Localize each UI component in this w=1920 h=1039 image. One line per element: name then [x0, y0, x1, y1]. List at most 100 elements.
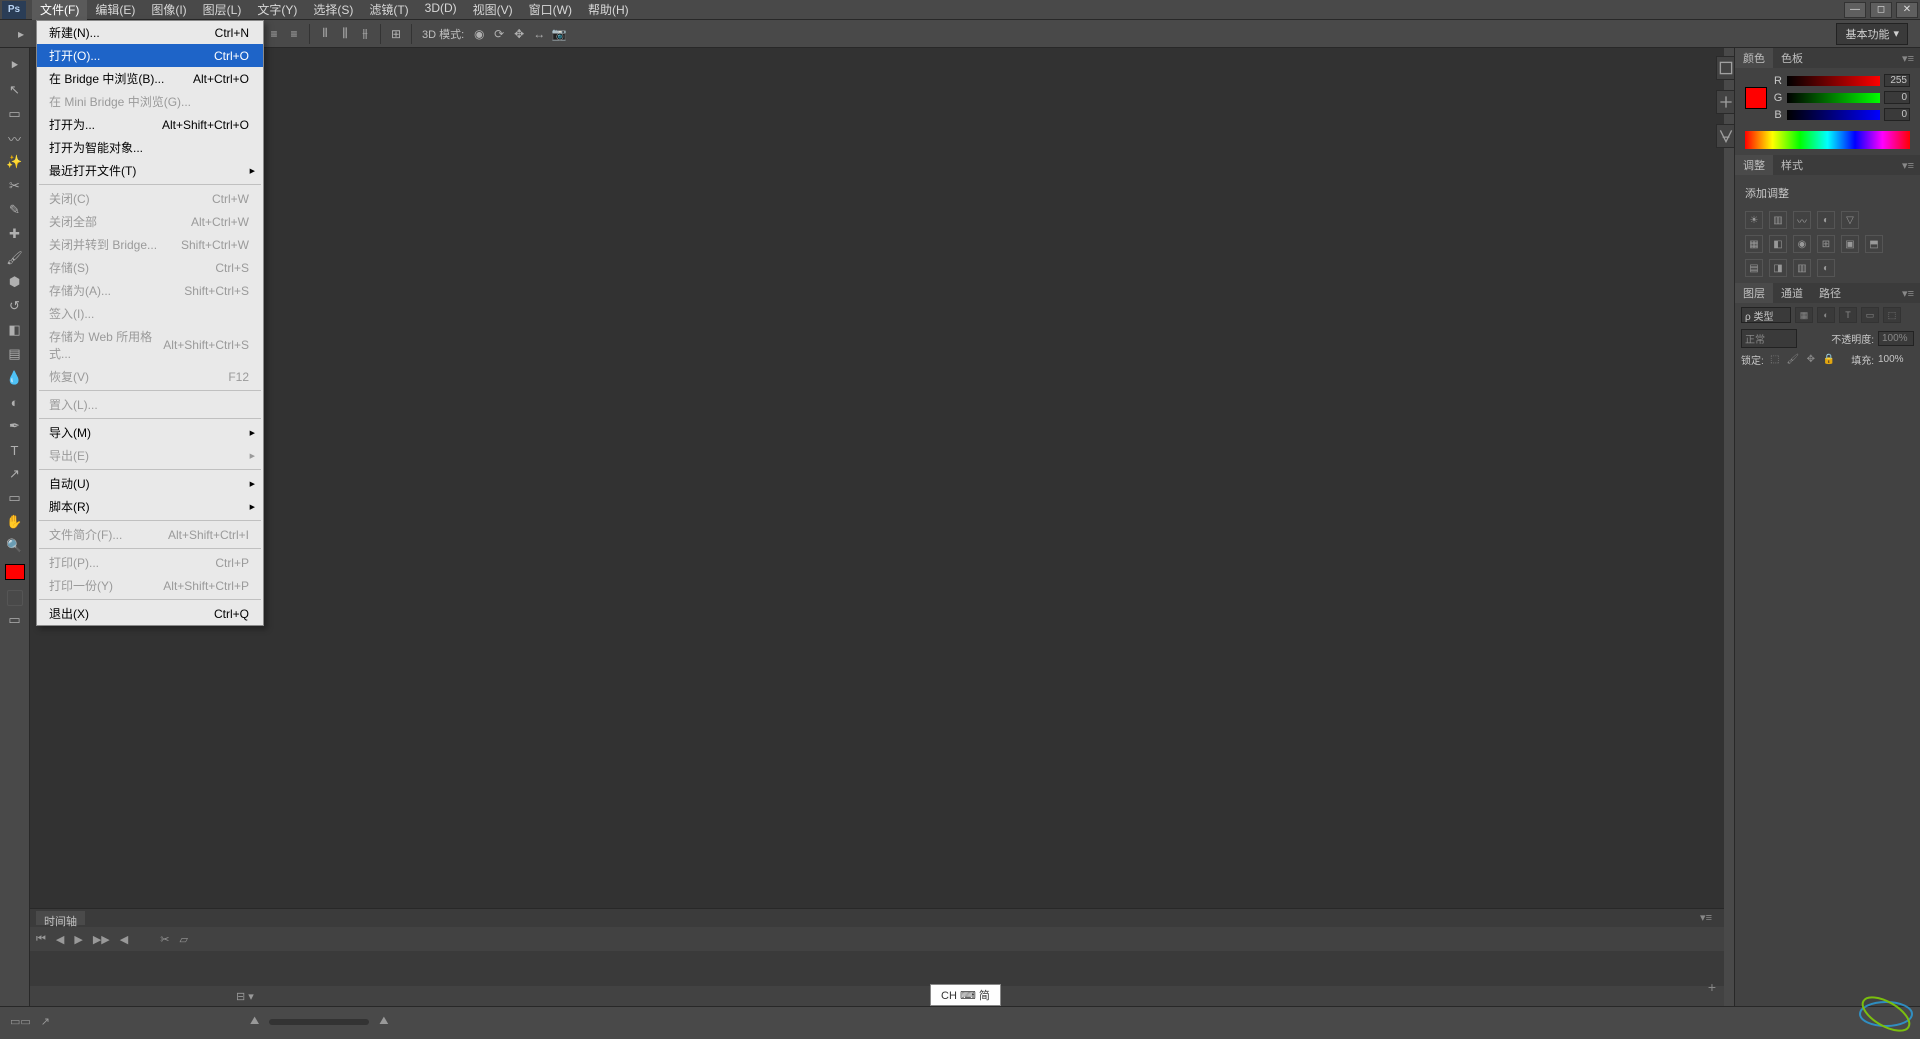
g-slider[interactable] — [1787, 93, 1880, 103]
zoom-slider[interactable] — [269, 1019, 369, 1025]
levels-adj-icon[interactable]: ▥ — [1769, 211, 1787, 229]
vibrance-adj-icon[interactable]: ▽ — [1841, 211, 1859, 229]
r-slider[interactable] — [1787, 76, 1880, 86]
lock-all-icon[interactable]: 🔒 — [1822, 353, 1836, 367]
auto-align-icon[interactable]: ⊞ — [387, 25, 405, 43]
lock-pixels-icon[interactable]: 🖌 — [1786, 353, 1800, 367]
eraser-tool-icon[interactable]: ◧ — [4, 320, 26, 340]
collapse-icon[interactable]: ⯈ — [4, 56, 26, 76]
crop-tool-icon[interactable]: ✂ — [4, 176, 26, 196]
tab-paths[interactable]: 路径 — [1811, 283, 1849, 303]
tab-layers[interactable]: 图层 — [1735, 283, 1773, 303]
b-slider[interactable] — [1787, 110, 1880, 120]
menu-help[interactable]: 帮助(H) — [580, 0, 637, 20]
menu-view[interactable]: 视图(V) — [465, 0, 521, 20]
character-panel-icon[interactable] — [1716, 124, 1736, 148]
stamp-tool-icon[interactable]: ⬢ — [4, 272, 26, 292]
threshold-adj-icon[interactable]: ◨ — [1769, 259, 1787, 277]
selective-color-icon[interactable]: ◐ — [1817, 259, 1835, 277]
distribute-v-icon[interactable]: ⫼ — [336, 25, 354, 43]
distribute-icon[interactable]: ≡ — [265, 25, 283, 43]
menu-file[interactable]: 文件(F) — [32, 0, 87, 20]
transition-icon[interactable]: ▱ — [179, 933, 187, 946]
brightness-adj-icon[interactable]: ☀ — [1745, 211, 1763, 229]
filter-pixel-icon[interactable]: ▦ — [1795, 307, 1813, 323]
menu-filter[interactable]: 滤镜(T) — [361, 0, 416, 20]
g-value[interactable]: 0 — [1884, 91, 1910, 104]
history-panel-icon[interactable] — [1716, 56, 1736, 80]
posterize-adj-icon[interactable]: ▤ — [1745, 259, 1763, 277]
properties-panel-icon[interactable] — [1716, 90, 1736, 114]
layer-filter-type[interactable]: ρ 类型 — [1741, 307, 1791, 323]
type-tool-icon[interactable]: T — [4, 440, 26, 460]
color-swatch[interactable] — [1745, 87, 1767, 109]
menu-window[interactable]: 窗口(W) — [521, 0, 580, 20]
orbit-3d-icon[interactable]: ◉ — [470, 25, 488, 43]
color-lookup-icon[interactable]: ▣ — [1841, 235, 1859, 253]
menu-item[interactable]: 自动(U) — [37, 472, 263, 495]
tab-styles[interactable]: 样式 — [1773, 155, 1811, 175]
panel-menu-icon[interactable]: ▾≡ — [1896, 159, 1920, 172]
last-frame-icon[interactable]: ◀ — [120, 933, 128, 946]
hue-adj-icon[interactable]: ▦ — [1745, 235, 1763, 253]
history-brush-icon[interactable]: ↺ — [4, 296, 26, 316]
healing-tool-icon[interactable]: ✚ — [4, 224, 26, 244]
filter-shape-icon[interactable]: ▭ — [1861, 307, 1879, 323]
hand-tool-icon[interactable]: ✋ — [4, 512, 26, 532]
menu-select[interactable]: 选择(S) — [305, 0, 361, 20]
tab-swatches[interactable]: 色板 — [1773, 48, 1811, 68]
tool-preset-icon[interactable]: ▸ — [12, 25, 30, 43]
menu-item[interactable]: 在 Bridge 中浏览(B)...Alt+Ctrl+O — [37, 67, 263, 90]
screen-mode-icon[interactable]: ▭ — [4, 610, 26, 630]
move-tool-icon[interactable]: ↖ — [4, 80, 26, 100]
prev-frame-icon[interactable]: ◀ — [56, 933, 64, 946]
channel-mixer-icon[interactable]: ⊞ — [1817, 235, 1835, 253]
color-spectrum[interactable] — [1745, 131, 1910, 149]
rotate-3d-icon[interactable]: ⟳ — [490, 25, 508, 43]
menu-type[interactable]: 文字(Y) — [249, 0, 305, 20]
close-button[interactable]: ✕ — [1896, 2, 1918, 18]
pen-tool-icon[interactable]: ✒ — [4, 416, 26, 436]
gradient-map-icon[interactable]: ▥ — [1793, 259, 1811, 277]
menu-edit[interactable]: 编辑(E) — [87, 0, 143, 20]
b-value[interactable]: 0 — [1884, 108, 1910, 121]
filter-type-icon[interactable]: T — [1839, 307, 1857, 323]
tab-color[interactable]: 颜色 — [1735, 48, 1773, 68]
tab-adjustments[interactable]: 调整 — [1735, 155, 1773, 175]
maximize-button[interactable]: ◻ — [1870, 2, 1892, 18]
wand-tool-icon[interactable]: ✨ — [4, 152, 26, 172]
foreground-color-swatch[interactable] — [5, 564, 25, 580]
menu-item[interactable]: 导入(M) — [37, 421, 263, 444]
filter-adjust-icon[interactable]: ◐ — [1817, 307, 1835, 323]
bw-adj-icon[interactable]: ◧ — [1769, 235, 1787, 253]
shape-tool-icon[interactable]: ▭ — [4, 488, 26, 508]
distribute-icon[interactable]: ⫵ — [356, 25, 374, 43]
gradient-tool-icon[interactable]: ▤ — [4, 344, 26, 364]
camera-3d-icon[interactable]: 📷 — [550, 25, 568, 43]
menu-item[interactable]: 最近打开文件(T) — [37, 159, 263, 182]
menu-item[interactable]: 打开为智能对象... — [37, 136, 263, 159]
lasso-tool-icon[interactable]: 〰 — [4, 128, 26, 148]
timeline-track-area[interactable]: + — [30, 951, 1724, 986]
quick-mask-icon[interactable] — [7, 590, 23, 606]
pan-3d-icon[interactable]: ✥ — [510, 25, 528, 43]
path-tool-icon[interactable]: ↗ — [4, 464, 26, 484]
menu-3d[interactable]: 3D(D) — [417, 0, 465, 20]
marquee-tool-icon[interactable]: ▭ — [4, 104, 26, 124]
lock-position-icon[interactable]: ✥ — [1804, 353, 1818, 367]
r-value[interactable]: 255 — [1884, 74, 1910, 87]
lock-transparent-icon[interactable]: ⬚ — [1768, 353, 1782, 367]
tab-timeline[interactable]: 时间轴 — [36, 911, 85, 925]
menu-image[interactable]: 图像(I) — [143, 0, 194, 20]
slide-3d-icon[interactable]: ↔ — [530, 25, 548, 43]
blend-mode-dropdown[interactable]: 正常 — [1741, 329, 1797, 348]
menu-item[interactable]: 脚本(R) — [37, 495, 263, 518]
tab-channels[interactable]: 通道 — [1773, 283, 1811, 303]
zoom-timeline-icon[interactable]: ⊟ ▾ — [236, 990, 254, 1003]
menu-item[interactable]: 退出(X)Ctrl+Q — [37, 602, 263, 625]
blur-tool-icon[interactable]: 💧 — [4, 368, 26, 388]
distribute-icon[interactable]: ≡ — [285, 25, 303, 43]
next-frame-icon[interactable]: ▶▶ — [93, 933, 110, 946]
menu-item[interactable]: 打开(O)...Ctrl+O — [37, 44, 263, 67]
distribute-h-icon[interactable]: ⫴ — [316, 25, 334, 43]
